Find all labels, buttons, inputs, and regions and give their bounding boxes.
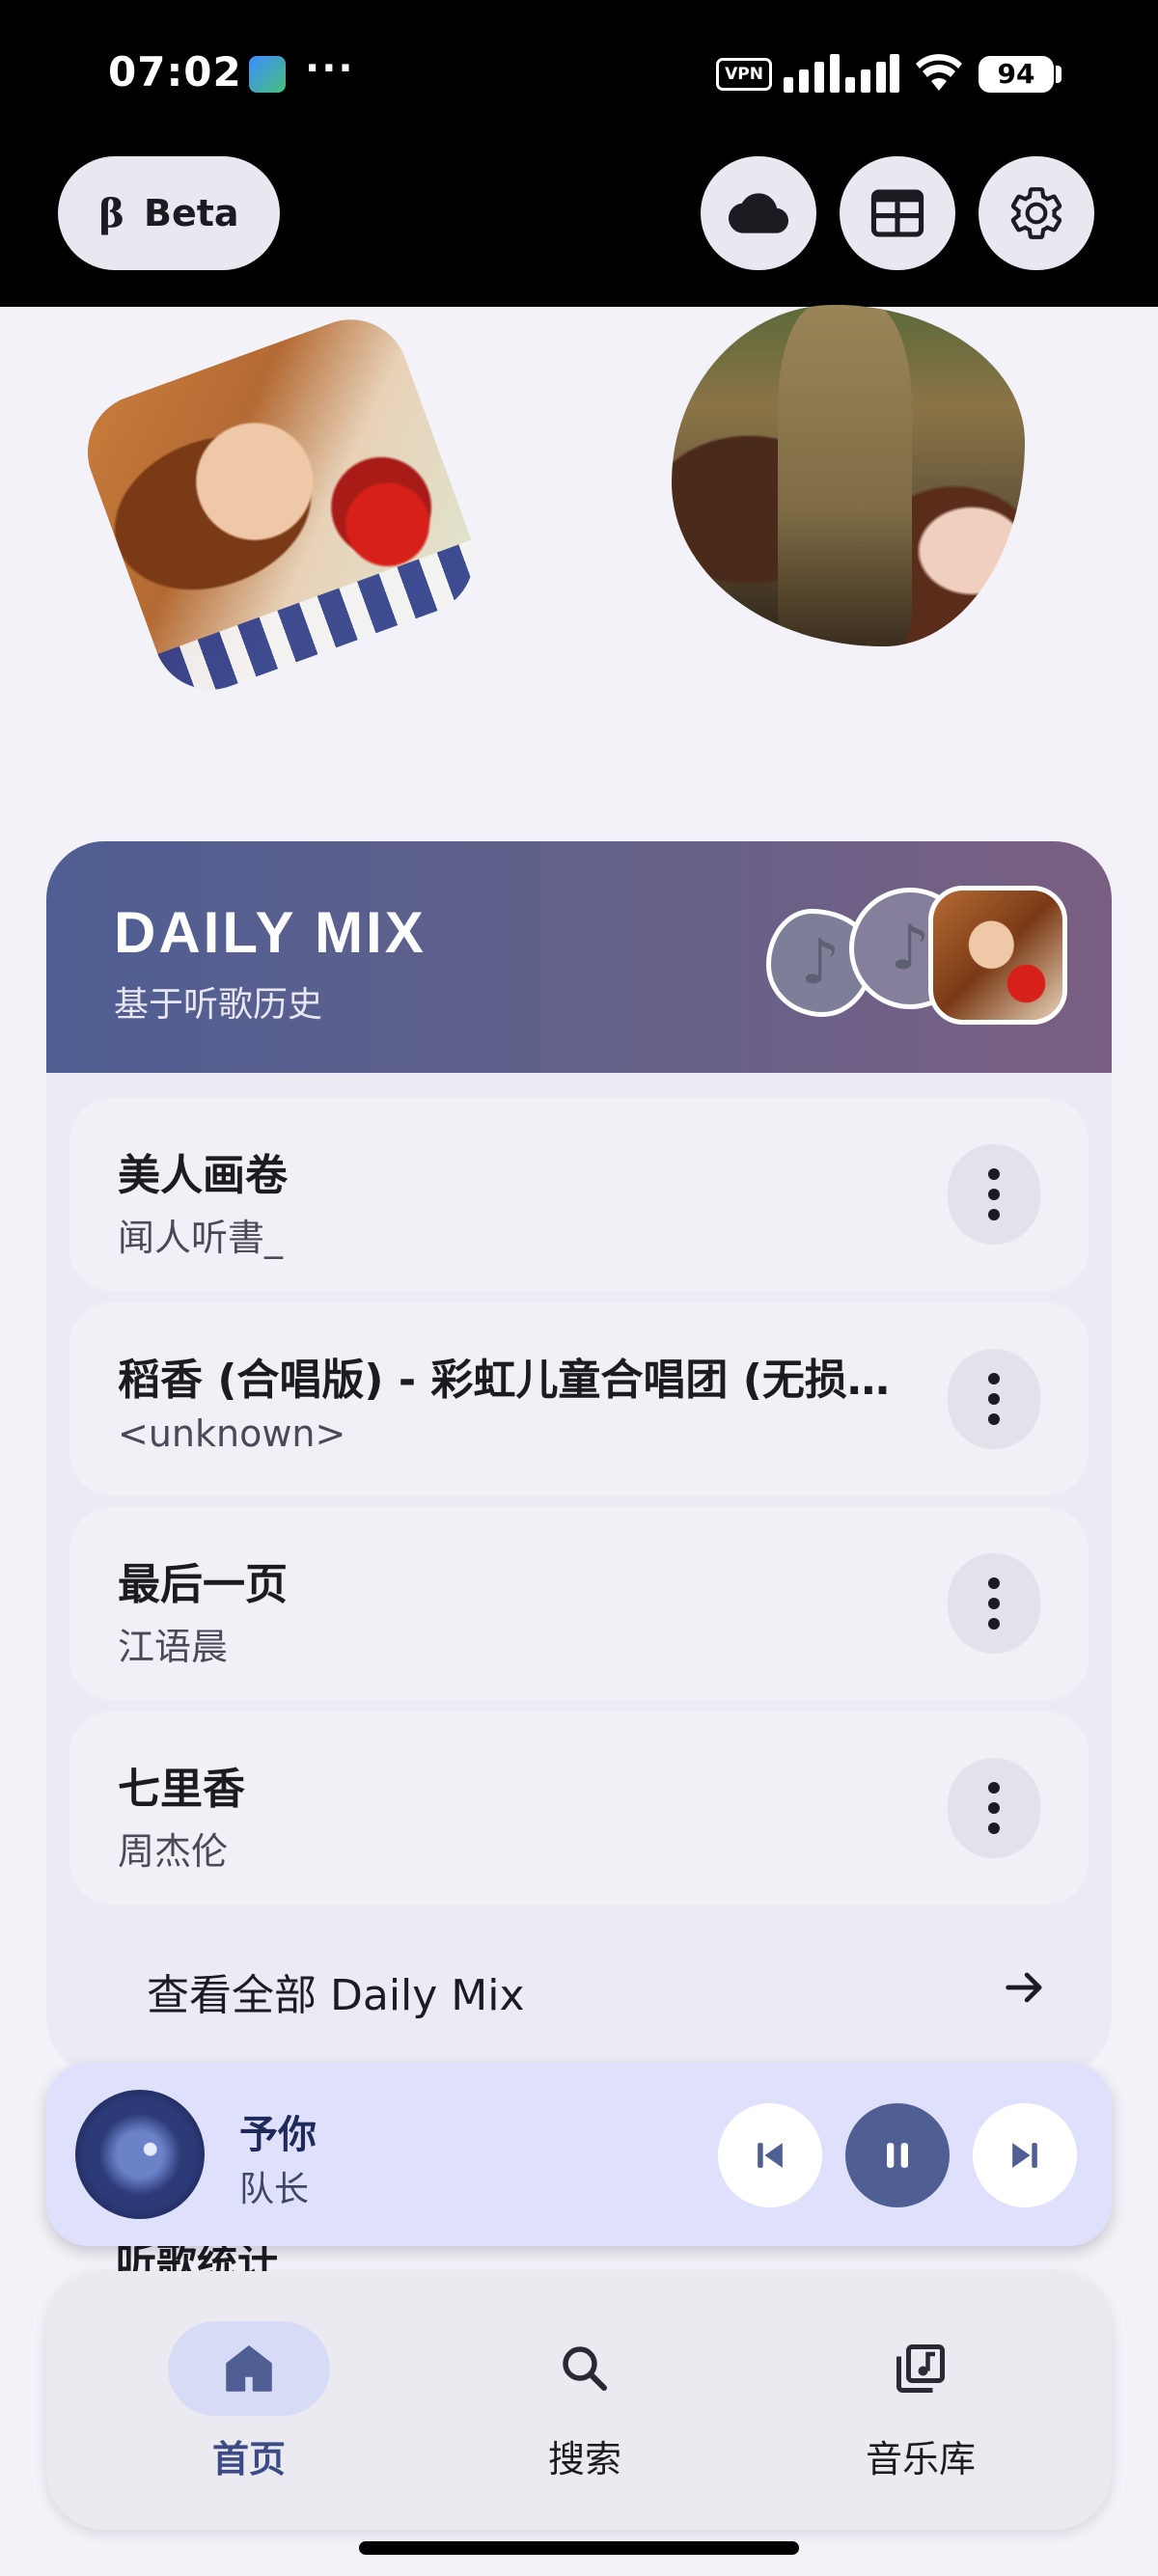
mini-player[interactable]: 予你 队长 bbox=[46, 2063, 1112, 2246]
album-art-blob[interactable] bbox=[672, 305, 1025, 646]
nav-item-library[interactable]: 音乐库 bbox=[770, 2271, 1060, 2530]
beta-button[interactable]: β Beta bbox=[58, 156, 280, 270]
now-playing-album-art bbox=[75, 2090, 205, 2219]
more-vert-icon bbox=[988, 1373, 1000, 1425]
vpn-icon: VPN bbox=[716, 58, 772, 91]
track-item[interactable]: 七里香 周杰伦 bbox=[69, 1712, 1089, 1905]
track-title: 稻香 (合唱版) - 彩虹儿童合唱团 (无损音质) bbox=[118, 1356, 909, 1405]
daily-mix-title: DAILY MIX bbox=[114, 900, 427, 965]
track-artist: <unknown> bbox=[118, 1412, 346, 1455]
nav-indicator bbox=[840, 2321, 1002, 2416]
home-indicator[interactable] bbox=[359, 2541, 799, 2555]
nav-label: 音乐库 bbox=[865, 2438, 976, 2480]
beta-icon: β bbox=[98, 190, 124, 236]
nav-label: 搜索 bbox=[547, 2438, 621, 2480]
search-icon bbox=[563, 2346, 607, 2391]
nav-label: 首页 bbox=[211, 2438, 286, 2480]
daily-mix-subtitle: 基于听歌历史 bbox=[114, 985, 323, 1025]
more-options-button[interactable] bbox=[948, 1553, 1040, 1654]
calendar-grid-icon bbox=[870, 189, 924, 237]
more-options-button[interactable] bbox=[948, 1144, 1040, 1245]
pause-button[interactable] bbox=[845, 2103, 950, 2207]
settings-gear-icon bbox=[1010, 187, 1062, 239]
beta-label: Beta bbox=[144, 192, 239, 234]
skip-next-icon bbox=[1012, 2143, 1037, 2168]
pause-icon bbox=[887, 2143, 908, 2168]
nav-item-home[interactable]: 首页 bbox=[98, 2271, 388, 2530]
gallery-app-icon bbox=[249, 56, 286, 93]
track-title: 七里香 bbox=[118, 1765, 245, 1814]
settings-button[interactable] bbox=[979, 156, 1094, 270]
top-app-bar: 07:02 ··· VPN 94 β Beta bbox=[0, 0, 1158, 307]
more-vert-icon bbox=[988, 1782, 1000, 1834]
more-notifications-icon: ··· bbox=[305, 46, 355, 91]
signal-icon bbox=[784, 54, 899, 93]
track-item[interactable]: 美人画卷 闻人听書_ bbox=[69, 1098, 1089, 1291]
now-playing-artist: 队长 bbox=[239, 2170, 310, 2209]
wifi-icon bbox=[916, 54, 962, 91]
see-all-daily-mix-link[interactable]: 查看全部 Daily Mix bbox=[147, 1960, 525, 2022]
battery-icon: 94 bbox=[979, 56, 1054, 93]
track-artist: 江语晨 bbox=[118, 1626, 229, 1668]
battery-cap bbox=[1056, 66, 1062, 83]
more-vert-icon bbox=[988, 1168, 1000, 1220]
track-title: 最后一页 bbox=[118, 1560, 288, 1609]
next-button[interactable] bbox=[973, 2103, 1077, 2207]
calendar-button[interactable] bbox=[840, 156, 955, 270]
nav-indicator bbox=[504, 2321, 666, 2416]
track-artist: 周杰伦 bbox=[118, 1830, 229, 1873]
arrow-right-icon[interactable] bbox=[1000, 1962, 1050, 2013]
status-time: 07:02 bbox=[108, 48, 242, 96]
cloud-icon bbox=[729, 193, 788, 233]
skip-previous-icon bbox=[758, 2143, 783, 2168]
nav-item-search[interactable]: 搜索 bbox=[434, 2271, 724, 2530]
more-options-button[interactable] bbox=[948, 1349, 1040, 1449]
nav-indicator bbox=[168, 2321, 330, 2416]
bottom-navigation: 首页 搜索 音乐库 bbox=[46, 2271, 1112, 2530]
album-art-square[interactable] bbox=[71, 303, 490, 706]
more-options-button[interactable] bbox=[948, 1758, 1040, 1858]
track-title: 美人画卷 bbox=[118, 1151, 288, 1200]
daily-mix-header[interactable]: DAILY MIX 基于听歌历史 ♪ ♪ bbox=[46, 841, 1112, 1073]
now-playing-title: 予你 bbox=[239, 2113, 317, 2157]
previous-button[interactable] bbox=[718, 2103, 822, 2207]
mix-thumbnail-3 bbox=[928, 886, 1067, 1025]
track-item[interactable]: 最后一页 江语晨 bbox=[69, 1507, 1089, 1700]
track-item[interactable]: 稻香 (合唱版) - 彩虹儿童合唱团 (无损音质) <unknown> bbox=[69, 1302, 1089, 1495]
music-library-icon bbox=[896, 2344, 945, 2393]
cloud-button[interactable] bbox=[701, 156, 816, 270]
track-artist: 闻人听書_ bbox=[118, 1217, 284, 1259]
more-vert-icon bbox=[988, 1577, 1000, 1630]
daily-mix-card: DAILY MIX 基于听歌历史 ♪ ♪ 美人画卷 闻人听書_ 稻香 (合唱版)… bbox=[46, 841, 1112, 2076]
status-bar: 07:02 ··· VPN 94 bbox=[0, 0, 1158, 145]
home-icon bbox=[226, 2345, 272, 2392]
